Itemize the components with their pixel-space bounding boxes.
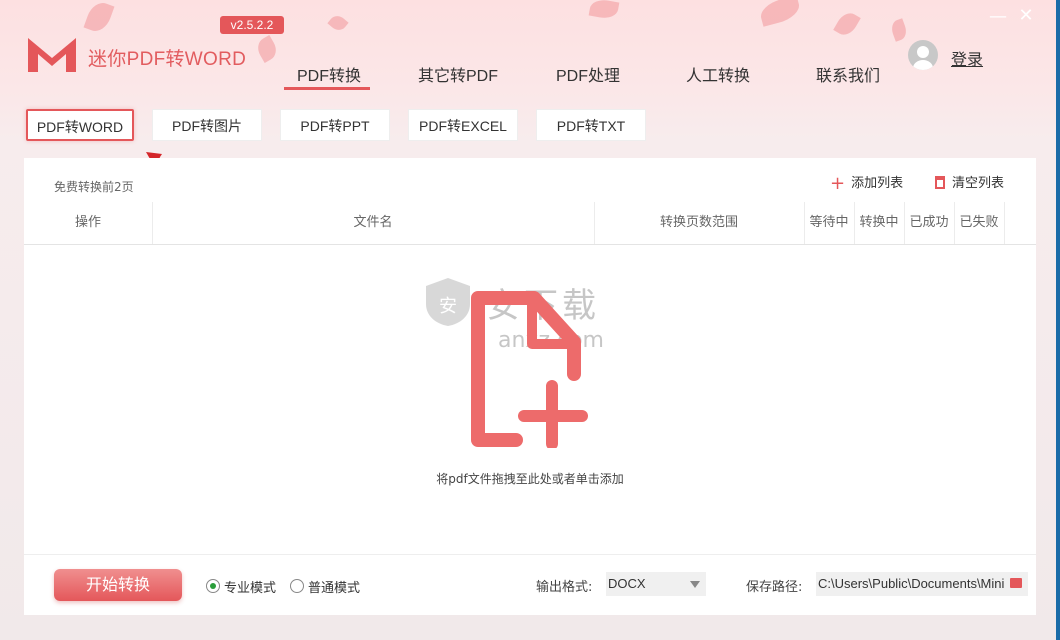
- start-convert-button[interactable]: 开始转换: [54, 569, 182, 601]
- nav-pdf-convert[interactable]: PDF转换: [297, 62, 361, 86]
- drop-zone[interactable]: 安 安下载 anxz.com 将pdf文件拖拽至此处或者单击添加: [24, 244, 1036, 554]
- trash-icon: [935, 176, 945, 189]
- radio-normal-mode-label[interactable]: 普通模式: [308, 577, 360, 596]
- column-header: 已失败: [959, 215, 999, 230]
- minimize-icon[interactable]: —: [988, 8, 1008, 28]
- petal-decoration: [253, 34, 281, 64]
- petal-decoration: [889, 18, 909, 42]
- app-title: 迷你PDF转WORD: [88, 49, 247, 70]
- column-header: 转换中: [859, 215, 899, 230]
- radio-pro-mode-label[interactable]: 专业模式: [224, 577, 276, 596]
- column-header: 转换页数范围: [659, 215, 738, 230]
- format-select[interactable]: DOCX: [606, 572, 706, 596]
- avatar-icon[interactable]: [908, 40, 938, 70]
- add-file-icon: [471, 291, 588, 448]
- petal-decoration: [588, 0, 620, 21]
- file-list-panel: 免费转换前2页 + 添加列表 清空列表 操作 文件名 转换页数范围 等待中 转换中…: [24, 158, 1036, 554]
- petal-decoration: [327, 12, 349, 34]
- petal-decoration: [83, 0, 115, 35]
- table-header: 操作 文件名 转换页数范围 等待中 转换中 已成功 已失败: [24, 202, 1036, 245]
- clear-list-label: 清空列表: [952, 176, 1005, 191]
- format-label: 输出格式:: [536, 580, 593, 595]
- watermark-shield-icon: 安: [426, 278, 470, 326]
- subtab-pdf-to-word[interactable]: PDF转WORD: [26, 109, 134, 141]
- folder-icon[interactable]: [1010, 578, 1022, 588]
- subtab-pdf-to-txt[interactable]: PDF转TXT: [536, 109, 646, 141]
- add-list-label: 添加列表: [851, 176, 904, 191]
- subtab-pdf-to-ppt[interactable]: PDF转PPT: [280, 109, 390, 141]
- add-list-button[interactable]: + 添加列表: [830, 172, 903, 194]
- bottom-bar: 开始转换 专业模式 普通模式 输出格式: DOCX 保存路径: C:\Users…: [24, 554, 1036, 615]
- window-edge: [1056, 0, 1060, 640]
- petal-decoration: [757, 0, 803, 27]
- nav-pdf-process[interactable]: PDF处理: [556, 62, 620, 86]
- column-header: 等待中: [809, 215, 849, 230]
- subtab-pdf-to-excel[interactable]: PDF转EXCEL: [408, 109, 518, 141]
- app-window: 迷你PDF转WORD v2.5.2.2 PDF转换 其它转PDF PDF处理 人…: [0, 0, 1060, 640]
- save-path-field[interactable]: C:\Users\Public\Documents\Mini: [816, 572, 1028, 596]
- save-path-value: C:\Users\Public\Documents\Mini: [818, 576, 1005, 591]
- clear-list-button[interactable]: 清空列表: [934, 172, 1004, 191]
- column-header: 已成功: [909, 215, 949, 230]
- column-divider: [1004, 202, 1005, 244]
- close-icon[interactable]: ✕: [1016, 6, 1036, 26]
- subtab-pdf-to-image[interactable]: PDF转图片: [152, 109, 262, 141]
- version-badge: v2.5.2.2: [220, 16, 284, 34]
- save-path-label: 保存路径:: [746, 580, 803, 595]
- login-link[interactable]: 登录: [951, 46, 983, 70]
- chevron-down-icon: [690, 581, 700, 588]
- free-pages-note: 免费转换前2页: [54, 180, 134, 194]
- nav-manual-convert[interactable]: 人工转换: [686, 62, 750, 86]
- logo-icon: [28, 38, 76, 72]
- radio-pro-mode[interactable]: [206, 579, 220, 593]
- nav-contact-us[interactable]: 联系我们: [816, 62, 880, 86]
- format-value: DOCX: [608, 576, 646, 591]
- nav-active-indicator: [284, 87, 370, 90]
- radio-normal-mode[interactable]: [290, 579, 304, 593]
- petal-decoration: [833, 9, 861, 39]
- drop-hint-text: 将pdf文件拖拽至此处或者单击添加: [436, 472, 624, 486]
- header: 迷你PDF转WORD v2.5.2.2 PDF转换 其它转PDF PDF处理 人…: [0, 0, 1060, 92]
- svg-text:安: 安: [439, 296, 457, 317]
- nav-other-to-pdf[interactable]: 其它转PDF: [418, 62, 498, 86]
- column-header: 文件名: [353, 215, 393, 230]
- column-header: 操作: [74, 215, 101, 230]
- plus-icon: +: [830, 173, 846, 194]
